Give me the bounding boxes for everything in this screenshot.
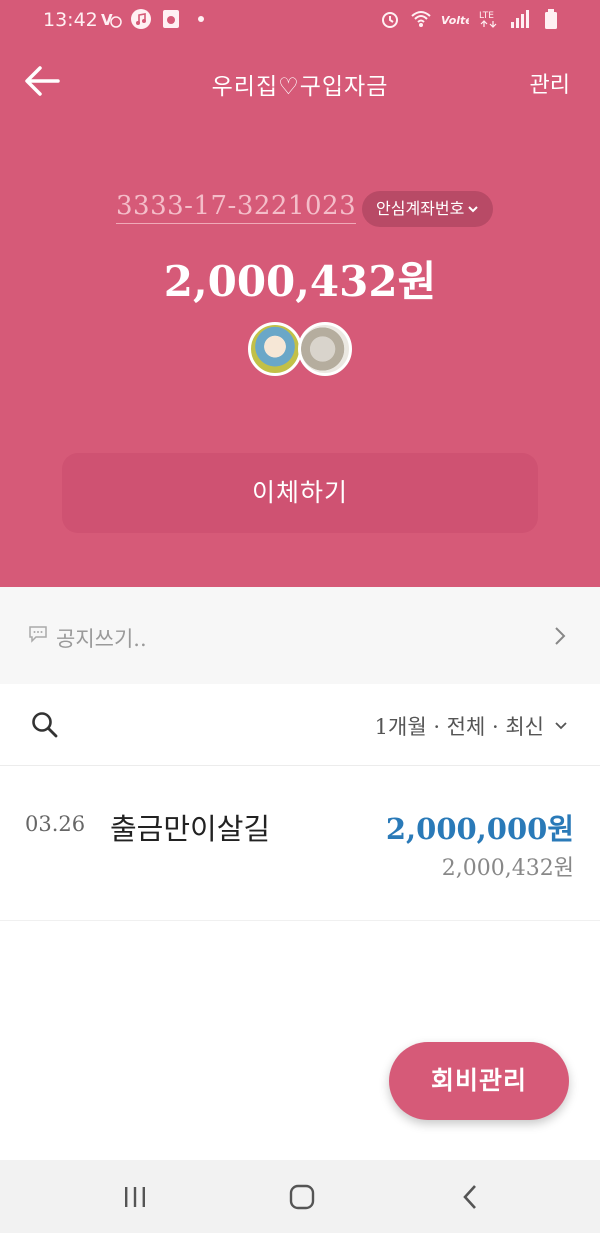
transaction-amount: 2,000,000원 <box>385 812 574 846</box>
chevron-right-icon <box>555 627 566 645</box>
page-title: 우리집♡구입자금 <box>211 74 389 100</box>
avatar[interactable] <box>298 322 352 376</box>
app-bar: 우리집♡구입자금 관리 <box>0 55 600 111</box>
member-avatars[interactable] <box>248 322 356 378</box>
music-icon <box>131 9 151 29</box>
wifi-icon <box>411 11 431 27</box>
signal-icon <box>511 10 529 28</box>
status-left-icons: V <box>100 8 212 30</box>
status-bar: 13:42 V Volte LTE <box>0 0 600 40</box>
back-nav-icon[interactable] <box>456 1182 486 1212</box>
speech-bubble-icon <box>29 626 47 643</box>
account-number[interactable]: 3333-17-3221023 <box>116 191 357 224</box>
alarm-icon <box>382 12 398 28</box>
status-right-icons: Volte LTE <box>379 8 562 30</box>
battery-icon <box>545 9 557 29</box>
safe-account-number-button[interactable]: 안심계좌번호 <box>362 191 494 227</box>
account-row: 3333-17-3221023 안심계좌번호 <box>0 188 600 230</box>
home-icon[interactable] <box>287 1182 317 1212</box>
safe-account-number-label: 안심계좌번호 <box>376 199 465 218</box>
avatar[interactable] <box>248 322 302 376</box>
dot-icon <box>198 16 204 22</box>
transaction-date: 03.26 <box>25 812 86 836</box>
gallery-icon <box>163 10 179 28</box>
manage-button[interactable]: 관리 <box>530 67 570 99</box>
filter-dropdown[interactable]: 1개월 · 전체 · 최신 <box>375 711 568 741</box>
svg-text:Volte: Volte <box>441 14 469 27</box>
recent-apps-icon[interactable] <box>120 1182 150 1212</box>
filter-label: 1개월 · 전체 · 최신 <box>374 715 544 739</box>
transaction-description: 출금만이살길 <box>110 812 271 846</box>
status-time: 13:42 <box>43 9 98 31</box>
volte-icon: Volte <box>441 14 469 27</box>
table-row[interactable]: 03.26 출금만이살길 2,000,000원 2,000,432원 <box>0 766 600 921</box>
account-balance: 2,000,432원 <box>163 257 437 306</box>
volte-icon: V <box>101 11 122 29</box>
chevron-down-icon <box>555 722 567 730</box>
account-header: 13:42 V Volte LTE 우리집♡구입자금 관리 3333-17-32… <box>0 0 600 587</box>
dues-management-button[interactable]: 회비관리 <box>389 1042 569 1120</box>
search-icon[interactable] <box>30 710 60 740</box>
transfer-button[interactable]: 이체하기 <box>62 453 538 533</box>
svg-text:LTE: LTE <box>479 11 494 21</box>
chevron-down-icon <box>468 206 479 213</box>
notice-bar[interactable]: 공지쓰기.. <box>0 587 600 684</box>
notice-placeholder: 공지쓰기.. <box>56 627 147 651</box>
transaction-balance-after: 2,000,432원 <box>441 856 574 881</box>
system-nav-bar <box>0 1160 600 1233</box>
filter-bar: 1개월 · 전체 · 최신 <box>0 684 600 766</box>
lte-icon: LTE <box>479 11 497 28</box>
